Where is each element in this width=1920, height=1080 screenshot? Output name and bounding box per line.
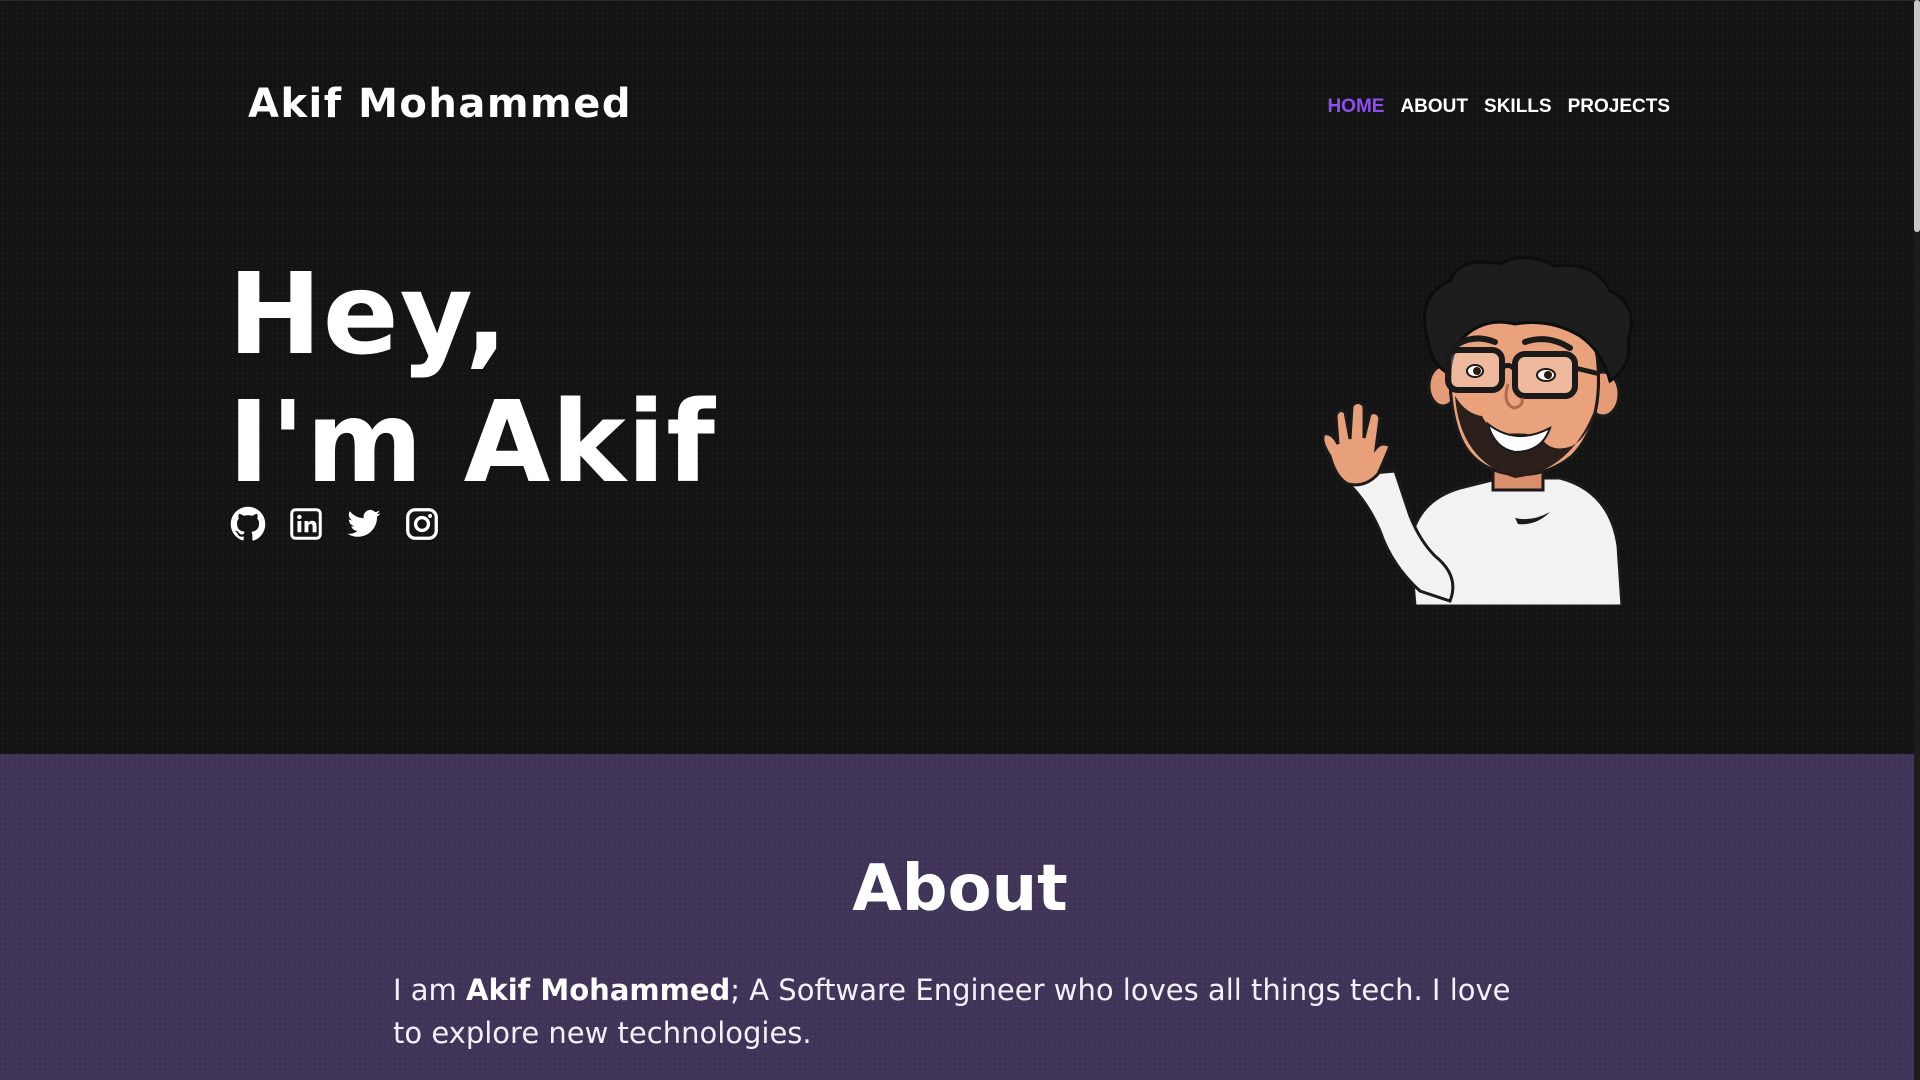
nav-home[interactable]: HOME: [1327, 96, 1384, 118]
about-text-prefix: I am: [393, 973, 467, 1007]
linkedin-icon[interactable]: [288, 506, 324, 542]
brand-logo[interactable]: Akif Mohammed: [248, 81, 632, 127]
nav-skills[interactable]: SKILLS: [1484, 96, 1552, 118]
hero-heading: Hey, I'm Akif: [228, 251, 716, 507]
github-icon[interactable]: [230, 506, 266, 542]
instagram-icon[interactable]: [404, 506, 440, 542]
nav-projects[interactable]: PROJECTS: [1568, 96, 1670, 118]
hero-line-2: I'm Akif: [228, 378, 716, 508]
avatar-illustration: [1321, 256, 1633, 606]
scrollbar-thumb[interactable]: [1914, 0, 1920, 232]
twitter-icon[interactable]: [346, 506, 382, 542]
about-description: I am Akif Mohammed; A Software Engineer …: [393, 969, 1533, 1055]
main-nav: HOME ABOUT SKILLS PROJECTS: [1327, 96, 1670, 118]
portfolio-page: Akif Mohammed HOME ABOUT SKILLS PROJECTS…: [0, 0, 1920, 1080]
page-scrollbar[interactable]: [1914, 0, 1920, 1080]
hero-section: Akif Mohammed HOME ABOUT SKILLS PROJECTS…: [0, 0, 1920, 754]
social-links: [230, 506, 440, 542]
about-heading: About: [852, 852, 1068, 926]
about-section: About I am Akif Mohammed; A Software Eng…: [0, 754, 1920, 1080]
nav-about[interactable]: ABOUT: [1400, 96, 1468, 118]
hero-line-1: Hey,: [228, 250, 509, 380]
about-name: Akif Mohammed: [466, 973, 731, 1007]
